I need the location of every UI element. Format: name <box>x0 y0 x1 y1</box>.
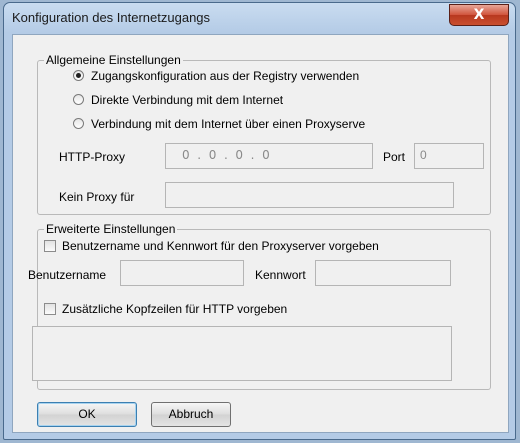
port-label: Port <box>383 150 406 164</box>
no-proxy-field[interactable] <box>165 182 454 208</box>
username-label: Benutzername <box>28 268 107 282</box>
dialog-window: Konfiguration des Internetzugangs X Allg… <box>3 2 516 440</box>
window-title: Konfiguration des Internetzugangs <box>12 10 211 25</box>
no-proxy-label: Kein Proxy für <box>59 190 135 204</box>
http-proxy-ip-value: 0 . 0 . 0 . 0 <box>182 148 270 162</box>
password-label: Kennwort <box>255 268 306 282</box>
title-bar[interactable]: Konfiguration des Internetzugangs X <box>4 3 515 33</box>
dialog-body: Allgemeine Einstellungen Zugangskonfigur… <box>12 34 509 433</box>
headers-textarea[interactable] <box>32 326 452 381</box>
general-settings-group: Allgemeine Einstellungen Zugangskonfigur… <box>37 53 491 215</box>
credentials-checkbox[interactable] <box>44 240 56 252</box>
close-icon: X <box>473 7 485 23</box>
radio-registry-config[interactable] <box>73 70 84 81</box>
advanced-settings-group: Erweiterte Einstellungen Benutzername un… <box>28 222 491 390</box>
username-field[interactable] <box>120 260 244 286</box>
headers-checkbox-label[interactable]: Zusätzliche Kopfzeilen für HTTP vorgeben <box>62 302 287 316</box>
radio-proxy-connection-label[interactable]: Verbindung mit dem Internet über einen P… <box>91 117 365 131</box>
http-proxy-ip-field[interactable]: 0 . 0 . 0 . 0 <box>165 143 373 169</box>
radio-direct-connection[interactable] <box>73 94 84 105</box>
radio-registry-config-label[interactable]: Zugangskonfiguration aus der Registry ve… <box>91 69 359 83</box>
advanced-settings-legend: Erweiterte Einstellungen <box>44 222 178 236</box>
general-settings-legend: Allgemeine Einstellungen <box>44 53 183 67</box>
port-field[interactable]: 0 <box>414 143 484 169</box>
headers-checkbox[interactable] <box>44 303 56 315</box>
http-proxy-label: HTTP-Proxy <box>59 150 125 164</box>
radio-direct-connection-label[interactable]: Direkte Verbindung mit dem Internet <box>91 93 283 107</box>
ok-button[interactable]: OK <box>37 402 137 427</box>
password-field[interactable] <box>315 260 451 286</box>
close-button[interactable]: X <box>449 4 509 26</box>
credentials-checkbox-label[interactable]: Benutzername und Kennwort für den Proxys… <box>62 239 379 253</box>
port-value: 0 <box>420 148 427 162</box>
cancel-button[interactable]: Abbruch <box>151 402 231 427</box>
radio-proxy-connection[interactable] <box>73 118 84 129</box>
